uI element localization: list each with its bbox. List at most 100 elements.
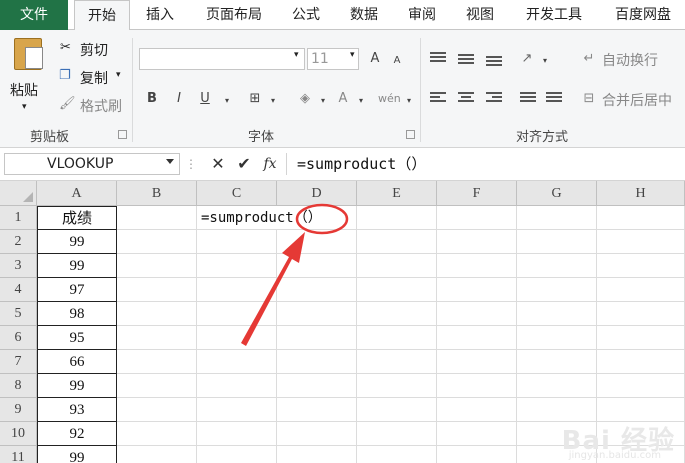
column-g-header[interactable]: G	[517, 181, 597, 206]
increase-indent-icon[interactable]	[546, 92, 562, 106]
cell-B1[interactable]	[117, 206, 197, 230]
cell-A8[interactable]: 99	[37, 374, 117, 398]
borders-dropdown-icon[interactable]: ▾	[264, 92, 282, 110]
cell-H6[interactable]	[597, 326, 685, 350]
column-a-header[interactable]: A	[37, 181, 117, 206]
cell-A7[interactable]: 66	[37, 350, 117, 374]
cell-G7[interactable]	[517, 350, 597, 374]
increase-font-icon[interactable]: A	[366, 50, 384, 68]
cut-button[interactable]: 剪切	[80, 40, 108, 60]
tab-view[interactable]: 视图	[456, 0, 504, 30]
cell-G3[interactable]	[517, 254, 597, 278]
align-left-icon[interactable]	[430, 92, 446, 106]
cell-H5[interactable]	[597, 302, 685, 326]
font-color-icon[interactable]: A	[334, 90, 352, 108]
cell-C2[interactable]	[197, 230, 277, 254]
merge-center-icon[interactable]: ⊟	[580, 90, 598, 108]
cell-E9[interactable]	[357, 398, 437, 422]
column-h-header[interactable]: H	[597, 181, 685, 206]
tab-page-layout[interactable]: 页面布局	[196, 0, 272, 30]
cell-A6[interactable]: 95	[37, 326, 117, 350]
cell-D9[interactable]	[277, 398, 357, 422]
cell-F2[interactable]	[437, 230, 517, 254]
tab-formulas[interactable]: 公式	[282, 0, 330, 30]
copy-button[interactable]: 复制	[80, 68, 108, 88]
orientation-icon[interactable]: ↗	[518, 50, 536, 68]
column-f-header[interactable]: F	[437, 181, 517, 206]
format-painter-icon[interactable]: 🖌	[59, 96, 76, 111]
cell-E1[interactable]	[357, 206, 437, 230]
cell-C6[interactable]	[197, 326, 277, 350]
align-right-icon[interactable]	[486, 92, 502, 106]
fill-color-icon[interactable]: ◈	[296, 90, 314, 108]
cell-E8[interactable]	[357, 374, 437, 398]
font-name-combo[interactable]	[139, 48, 305, 70]
name-box[interactable]: VLOOKUP	[4, 153, 180, 175]
copy-dropdown-icon[interactable]: ▾	[116, 70, 121, 80]
cell-C5[interactable]	[197, 302, 277, 326]
cell-C10[interactable]	[197, 422, 277, 446]
phonetic-icon[interactable]: wén	[378, 90, 401, 108]
cell-A2[interactable]: 99	[37, 230, 117, 254]
decrease-font-icon[interactable]: A	[388, 52, 406, 70]
cancel-icon[interactable]: ✕	[208, 153, 228, 175]
cell-H8[interactable]	[597, 374, 685, 398]
tab-review[interactable]: 审阅	[398, 0, 446, 30]
cell-C8[interactable]	[197, 374, 277, 398]
tab-developer[interactable]: 开发工具	[514, 0, 594, 30]
cell-C11[interactable]	[197, 446, 277, 463]
cell-G8[interactable]	[517, 374, 597, 398]
cell-B10[interactable]	[117, 422, 197, 446]
row-header-8[interactable]: 8	[0, 374, 37, 398]
tab-file[interactable]: 文件	[0, 0, 68, 30]
wrap-text-icon[interactable]: ↵	[580, 50, 598, 68]
cell-B6[interactable]	[117, 326, 197, 350]
cell-D10[interactable]	[277, 422, 357, 446]
clipboard-launcher-icon[interactable]	[118, 130, 127, 139]
font-color-dropdown-icon[interactable]: ▾	[352, 92, 370, 110]
cell-F3[interactable]	[437, 254, 517, 278]
row-header-11[interactable]: 11	[0, 446, 37, 463]
cell-B9[interactable]	[117, 398, 197, 422]
cell-B11[interactable]	[117, 446, 197, 463]
cell-E5[interactable]	[357, 302, 437, 326]
align-top-icon[interactable]	[430, 52, 446, 66]
decrease-indent-icon[interactable]	[520, 92, 536, 106]
cell-F9[interactable]	[437, 398, 517, 422]
cell-H2[interactable]	[597, 230, 685, 254]
row-header-4[interactable]: 4	[0, 278, 37, 302]
italic-icon[interactable]: I	[170, 90, 188, 108]
align-middle-icon[interactable]	[458, 54, 474, 68]
copy-icon[interactable]: ❐	[59, 68, 71, 83]
tab-data[interactable]: 数据	[340, 0, 388, 30]
cell-F7[interactable]	[437, 350, 517, 374]
cell-G1[interactable]	[517, 206, 597, 230]
cell-C1[interactable]: =sumproduct（）	[197, 206, 322, 230]
cell-B8[interactable]	[117, 374, 197, 398]
underline-icon[interactable]: U	[196, 90, 214, 108]
row-header-7[interactable]: 7	[0, 350, 37, 374]
cell-G4[interactable]	[517, 278, 597, 302]
cell-B3[interactable]	[117, 254, 197, 278]
tab-home[interactable]: 开始	[74, 0, 130, 31]
cell-D7[interactable]	[277, 350, 357, 374]
row-header-9[interactable]: 9	[0, 398, 37, 422]
tab-insert[interactable]: 插入	[136, 0, 184, 30]
cell-A4[interactable]: 97	[37, 278, 117, 302]
cut-icon[interactable]: ✂	[60, 40, 71, 55]
cell-E4[interactable]	[357, 278, 437, 302]
paste-icon[interactable]	[14, 38, 43, 70]
wrap-text-button[interactable]: 自动换行	[602, 50, 658, 70]
cell-A11[interactable]: 99	[37, 446, 117, 463]
cell-D4[interactable]	[277, 278, 357, 302]
orientation-dropdown-icon[interactable]: ▾	[536, 52, 554, 70]
underline-dropdown-icon[interactable]: ▾	[218, 92, 236, 110]
cell-A1[interactable]: 成绩	[37, 206, 117, 230]
cell-F5[interactable]	[437, 302, 517, 326]
cell-H7[interactable]	[597, 350, 685, 374]
cell-B2[interactable]	[117, 230, 197, 254]
font-launcher-icon[interactable]	[406, 130, 415, 139]
row-header-2[interactable]: 2	[0, 230, 37, 254]
cell-D2[interactable]	[277, 230, 357, 254]
formula-input[interactable]: =sumproduct（）	[286, 153, 683, 175]
